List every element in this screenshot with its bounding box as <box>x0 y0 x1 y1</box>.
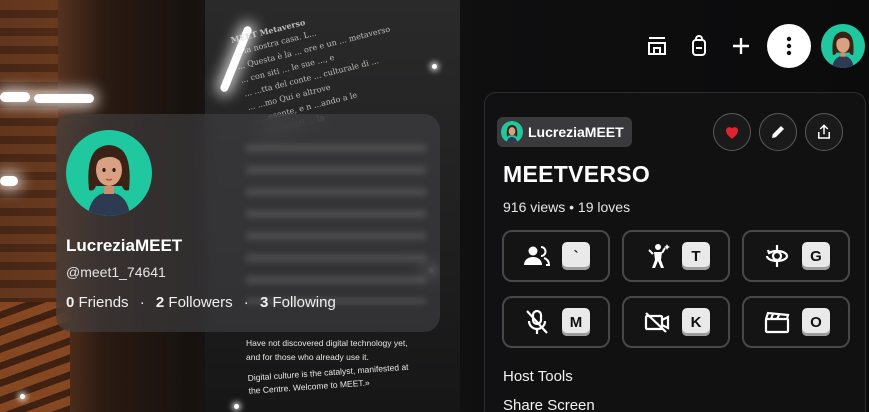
emote-icon <box>642 241 672 271</box>
love-button[interactable] <box>713 113 751 151</box>
store-icon[interactable] <box>639 28 675 64</box>
more-icon <box>786 36 792 56</box>
mic-off-icon <box>522 307 552 337</box>
profile-social-stats: 0 Friends · 2 Followers · 3 Following <box>66 294 336 311</box>
ceiling-light <box>0 92 30 102</box>
host-tools-link[interactable]: Host Tools <box>503 368 573 385</box>
following-stat[interactable]: 3 Following <box>260 294 336 311</box>
recording-button[interactable]: O <box>742 296 850 348</box>
friends-stat[interactable]: 0 Friends <box>66 294 129 311</box>
camera-view-button[interactable]: G <box>742 230 850 282</box>
light-particle <box>432 64 437 69</box>
profile-handle: @meet1_74641 <box>66 264 166 280</box>
emote-button[interactable]: T <box>622 230 730 282</box>
user-avatar-button[interactable] <box>821 24 865 68</box>
key-hint: M <box>562 308 590 336</box>
profile-avatar[interactable] <box>66 130 152 216</box>
key-hint: G <box>802 242 830 270</box>
key-hint: T <box>682 242 710 270</box>
author-name: LucreziaMEET <box>528 124 624 140</box>
pencil-icon <box>772 126 784 138</box>
heart-icon <box>726 127 738 139</box>
ceiling-light <box>34 94 94 103</box>
author-avatar <box>501 121 523 143</box>
more-options-button[interactable] <box>767 24 811 68</box>
author-chip[interactable]: LucreziaMEET <box>497 117 632 147</box>
followers-stat[interactable]: 2 Followers <box>156 294 233 311</box>
profile-card[interactable]: LucreziaMEET @meet1_74641 0 Friends · 2 … <box>56 114 440 332</box>
plus-icon[interactable] <box>723 28 759 64</box>
top-toolbar <box>633 24 869 68</box>
key-hint: O <box>802 308 830 336</box>
blurred-background <box>246 144 426 304</box>
light-particle <box>20 394 25 399</box>
video-toggle-button[interactable]: K <box>622 296 730 348</box>
share-screen-link[interactable]: Share Screen <box>503 397 595 412</box>
key-hint: K <box>682 308 710 336</box>
wall-text-middle: Have not discovered digital technology y… <box>246 338 408 362</box>
profile-username: LucreziaMEET <box>66 236 183 255</box>
space-title: MEETVERSO <box>503 161 651 187</box>
light-particle <box>234 404 239 409</box>
camera-rotate-icon <box>762 241 792 271</box>
clapperboard-icon <box>762 307 792 337</box>
people-icon <box>522 241 552 271</box>
mic-toggle-button[interactable]: M <box>502 296 610 348</box>
space-stats: 916 views • 19 loves <box>503 199 631 215</box>
share-button[interactable] <box>805 113 843 151</box>
share-icon <box>818 124 830 139</box>
video-off-icon <box>642 307 672 337</box>
space-info-panel: LucreziaMEET MEETVERSO 916 views • 19 lo… <box>484 92 866 412</box>
people-button[interactable]: ` <box>502 230 610 282</box>
backpack-icon[interactable] <box>681 28 717 64</box>
ceiling-light <box>0 176 18 186</box>
edit-button[interactable] <box>759 113 797 151</box>
key-hint: ` <box>562 242 590 270</box>
